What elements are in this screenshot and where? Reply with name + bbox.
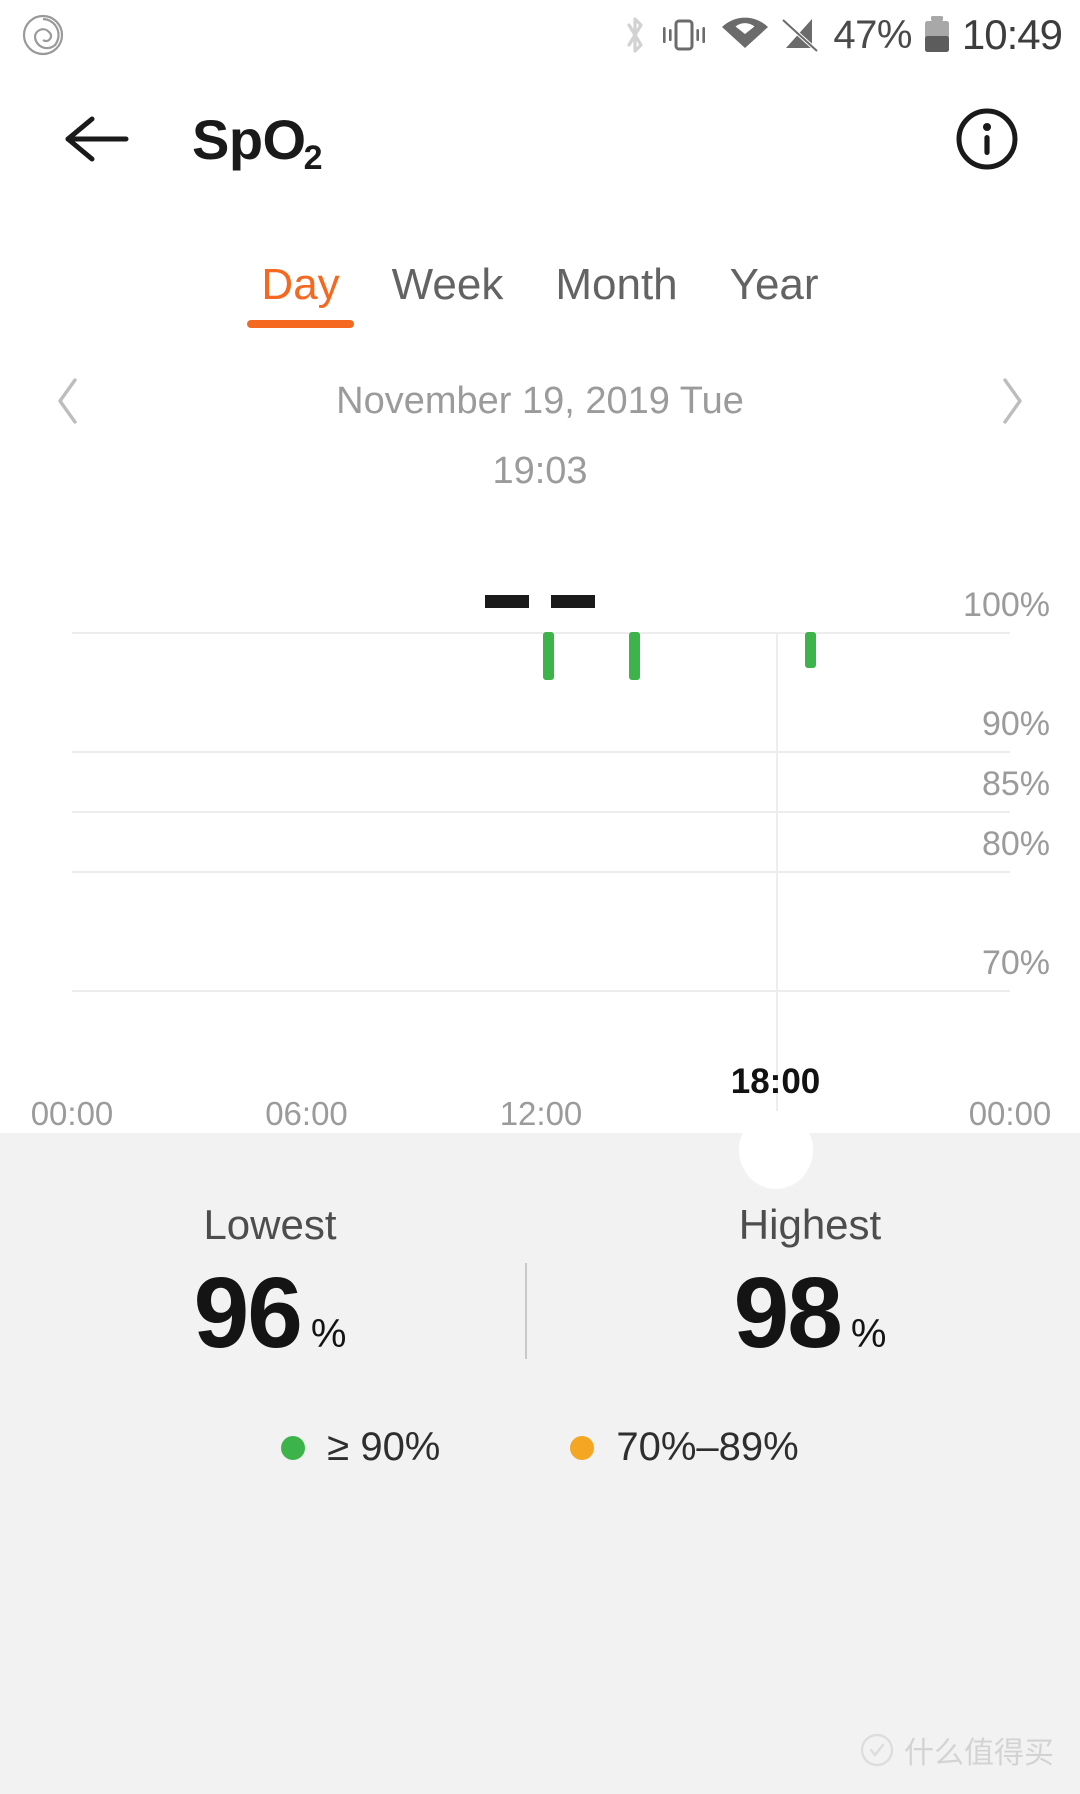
page-title-text: SpO (192, 108, 306, 171)
date-navigator: November 19, 2019 Tue (0, 368, 1080, 434)
stat-lowest: Lowest 96 % (0, 1201, 540, 1431)
legend-item-low: 70%–89% (570, 1425, 799, 1470)
watermark-logo-icon (860, 1733, 894, 1767)
stats-divider (525, 1263, 527, 1359)
vibrate-icon (657, 12, 711, 58)
spo2-screen: 47% 10:49 SpO2 Day Week Month Year Novem… (0, 0, 1080, 1794)
clock-label: 10:49 (961, 11, 1063, 58)
previous-day-button[interactable] (38, 368, 98, 434)
bluetooth-icon (615, 12, 655, 58)
stat-highest: Highest 98 % (540, 1201, 1080, 1431)
legend-label-normal: ≥ 90% (327, 1425, 441, 1469)
stat-highest-value: 98 (733, 1257, 843, 1369)
page-title-subscript: 2 (303, 139, 323, 177)
next-day-button[interactable] (982, 368, 1042, 434)
chevron-right-icon (1003, 378, 1022, 424)
chart-legend: ≥ 90% 70%–89% (0, 1425, 1080, 1470)
chart-bar (805, 631, 817, 668)
legend-dot-green (281, 1435, 306, 1460)
page-title: SpO2 (192, 98, 324, 190)
status-bar-icons: 47% 10:49 (615, 0, 1063, 70)
chart-gridline (72, 811, 1010, 814)
chart-bar (629, 631, 641, 680)
legend-item-normal: ≥ 90% (281, 1425, 440, 1470)
tab-month[interactable]: Month (529, 250, 703, 314)
watermark: 什么值得买 (860, 1728, 1054, 1772)
spo2-chart[interactable]: 100% 90% 85% 80% 70% (0, 586, 1080, 1160)
chart-x-tick-label: 00:00 (968, 1095, 1052, 1132)
info-circle-icon (956, 108, 1018, 170)
chart-cursor-line (775, 633, 778, 1133)
info-button[interactable] (946, 98, 1028, 180)
current-date-label: November 19, 2019 Tue (336, 379, 744, 422)
stat-highest-value-row: 98 % (734, 1257, 887, 1369)
chevron-left-icon (58, 378, 77, 424)
chart-x-tick-label: 00:00 (30, 1095, 114, 1132)
no-sim-signal-icon (777, 12, 823, 58)
chart-gridline (72, 751, 1010, 754)
chart-gridline (72, 870, 1010, 873)
chart-bar (543, 631, 555, 680)
app-bar: SpO2 (0, 78, 1080, 198)
stat-lowest-value-row: 96 % (194, 1257, 347, 1369)
tab-week[interactable]: Week (366, 250, 530, 314)
battery-percent-label: 47% (833, 13, 912, 57)
tab-year[interactable]: Year (704, 250, 845, 314)
chart-scrubber-knob[interactable] (738, 1111, 813, 1189)
back-button[interactable] (55, 96, 141, 182)
chart-y-tick-label: 90% (981, 705, 1050, 744)
stat-lowest-unit: % (310, 1312, 347, 1356)
legend-dot-orange (570, 1435, 595, 1460)
status-bar: 47% 10:49 (0, 0, 1080, 70)
summary-panel: Lowest 96 % Highest 98 % ≥ 90% 70%–89% 什… (0, 1111, 1080, 1794)
chart-x-tick-label: 06:00 (265, 1095, 348, 1132)
chart-gridline (72, 990, 1010, 993)
battery-icon (920, 12, 954, 58)
chart-gridline (72, 631, 1010, 634)
cursor-time-readout: 19:03 (492, 450, 588, 492)
chart-y-tick-label: 70% (981, 944, 1050, 983)
chart-y-tick-label: 80% (981, 824, 1050, 863)
chart-x-tick-label: 12:00 (499, 1095, 583, 1132)
stats-row: Lowest 96 % Highest 98 % (0, 1201, 1080, 1431)
stat-highest-label: Highest (738, 1201, 882, 1248)
stat-lowest-label: Lowest (203, 1201, 337, 1248)
legend-label-low: 70%–89% (616, 1425, 799, 1469)
period-tabs: Day Week Month Year (0, 250, 1080, 340)
wifi-icon (719, 12, 771, 58)
stat-lowest-value: 96 (193, 1257, 303, 1369)
spiral-logo-icon (22, 14, 64, 56)
tab-day[interactable]: Day (235, 250, 365, 328)
stat-highest-unit: % (850, 1312, 887, 1356)
back-arrow-icon (65, 116, 129, 162)
watermark-text: 什么值得买 (904, 1737, 1054, 1770)
chart-y-tick-label: 85% (981, 765, 1050, 804)
chart-y-tick-label: 100% (963, 585, 1050, 624)
